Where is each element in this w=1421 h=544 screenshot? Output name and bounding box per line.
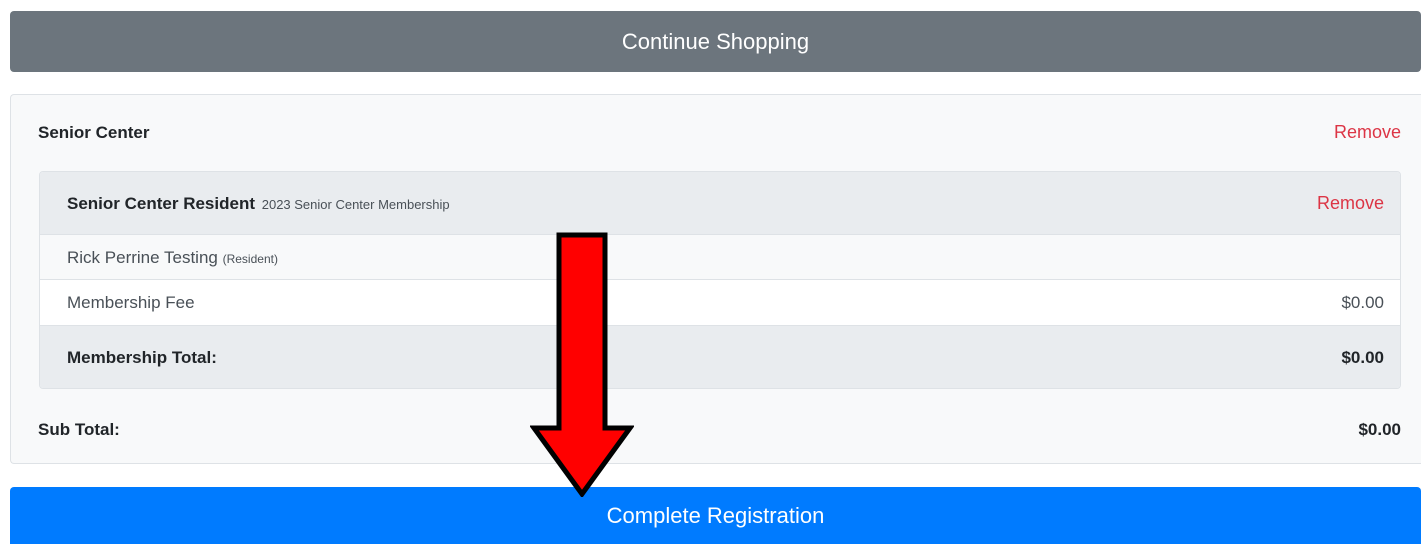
fee-row: Membership Fee $0.00 [40,280,1400,326]
item-title-text: Senior Center Resident [67,194,255,213]
participant-type: (Resident) [222,252,278,266]
remove-facility-link[interactable]: Remove [1334,122,1401,143]
membership-total-value: $0.00 [1341,348,1384,367]
continue-shopping-button[interactable]: Continue Shopping [10,11,1421,72]
item-subtitle: 2023 Senior Center Membership [261,197,450,212]
item-title: Senior Center Resident 2023 Senior Cente… [67,194,450,214]
cart-item-header: Senior Center Resident 2023 Senior Cente… [40,172,1400,235]
subtotal-value: $0.00 [1358,420,1401,439]
subtotal-label: Sub Total: [38,420,120,439]
complete-registration-button[interactable]: Complete Registration [10,487,1421,544]
facility-name: Senior Center [38,123,150,142]
membership-total-label: Membership Total: [67,348,217,367]
participant-label: Rick Perrine Testing (Resident) [67,248,278,268]
fee-label: Membership Fee [67,293,195,312]
cart-item: Senior Center Resident 2023 Senior Cente… [39,171,1401,389]
remove-item-link[interactable]: Remove [1317,193,1384,214]
participant-row: Rick Perrine Testing (Resident) [40,235,1400,280]
membership-total-row: Membership Total: $0.00 [40,326,1400,388]
fee-value: $0.00 [1341,293,1384,312]
participant-name: Rick Perrine Testing [67,248,218,267]
cart-summary: Senior Center Remove Senior Center Resid… [10,94,1421,464]
